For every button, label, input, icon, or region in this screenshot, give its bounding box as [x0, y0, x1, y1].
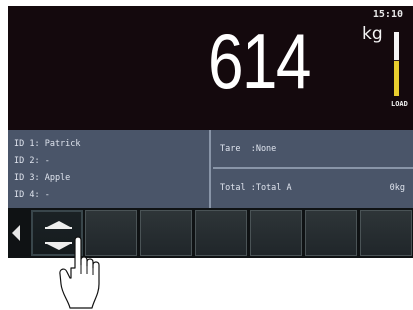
tare-panel: Tare :None — [213, 130, 413, 169]
total-panel: Total :Total A 0kg — [213, 169, 413, 208]
load-bargraph-fill — [394, 60, 399, 96]
load-bargraph-capacity-marker — [394, 32, 399, 60]
softkey-4[interactable] — [195, 210, 247, 256]
weight-value: 614 — [208, 17, 311, 105]
info-area: ID 1: Patrick ID 2: - ID 3: Apple ID 4: … — [8, 130, 413, 208]
weight-display-area: 15:10 614 kg LOAD — [8, 6, 413, 130]
load-label: LOAD — [391, 100, 408, 108]
id-line-2: ID 2: - — [14, 156, 50, 166]
softkey-7[interactable] — [360, 210, 412, 256]
id-line-3: ID 3: Apple — [14, 173, 71, 183]
left-triangle-icon — [12, 225, 20, 241]
scale-terminal-screen: 15:10 614 kg LOAD ID 1: Patrick ID 2: - … — [8, 6, 413, 258]
id-panel: ID 1: Patrick ID 2: - ID 3: Apple ID 4: … — [8, 130, 211, 208]
tare-text: Tare :None — [220, 144, 277, 154]
id-line-1: ID 1: Patrick — [14, 139, 81, 149]
pointing-hand-icon — [59, 236, 100, 309]
softkey-back-button[interactable] — [8, 208, 30, 258]
total-text: Total :Total A — [220, 183, 292, 193]
id-line-4: ID 4: - — [14, 190, 50, 200]
weight-unit: kg — [362, 24, 383, 44]
total-value: 0kg — [389, 183, 405, 193]
softkey-3[interactable] — [140, 210, 192, 256]
softkey-5[interactable] — [250, 210, 302, 256]
softkey-6[interactable] — [305, 210, 357, 256]
clock: 15:10 — [372, 9, 403, 20]
